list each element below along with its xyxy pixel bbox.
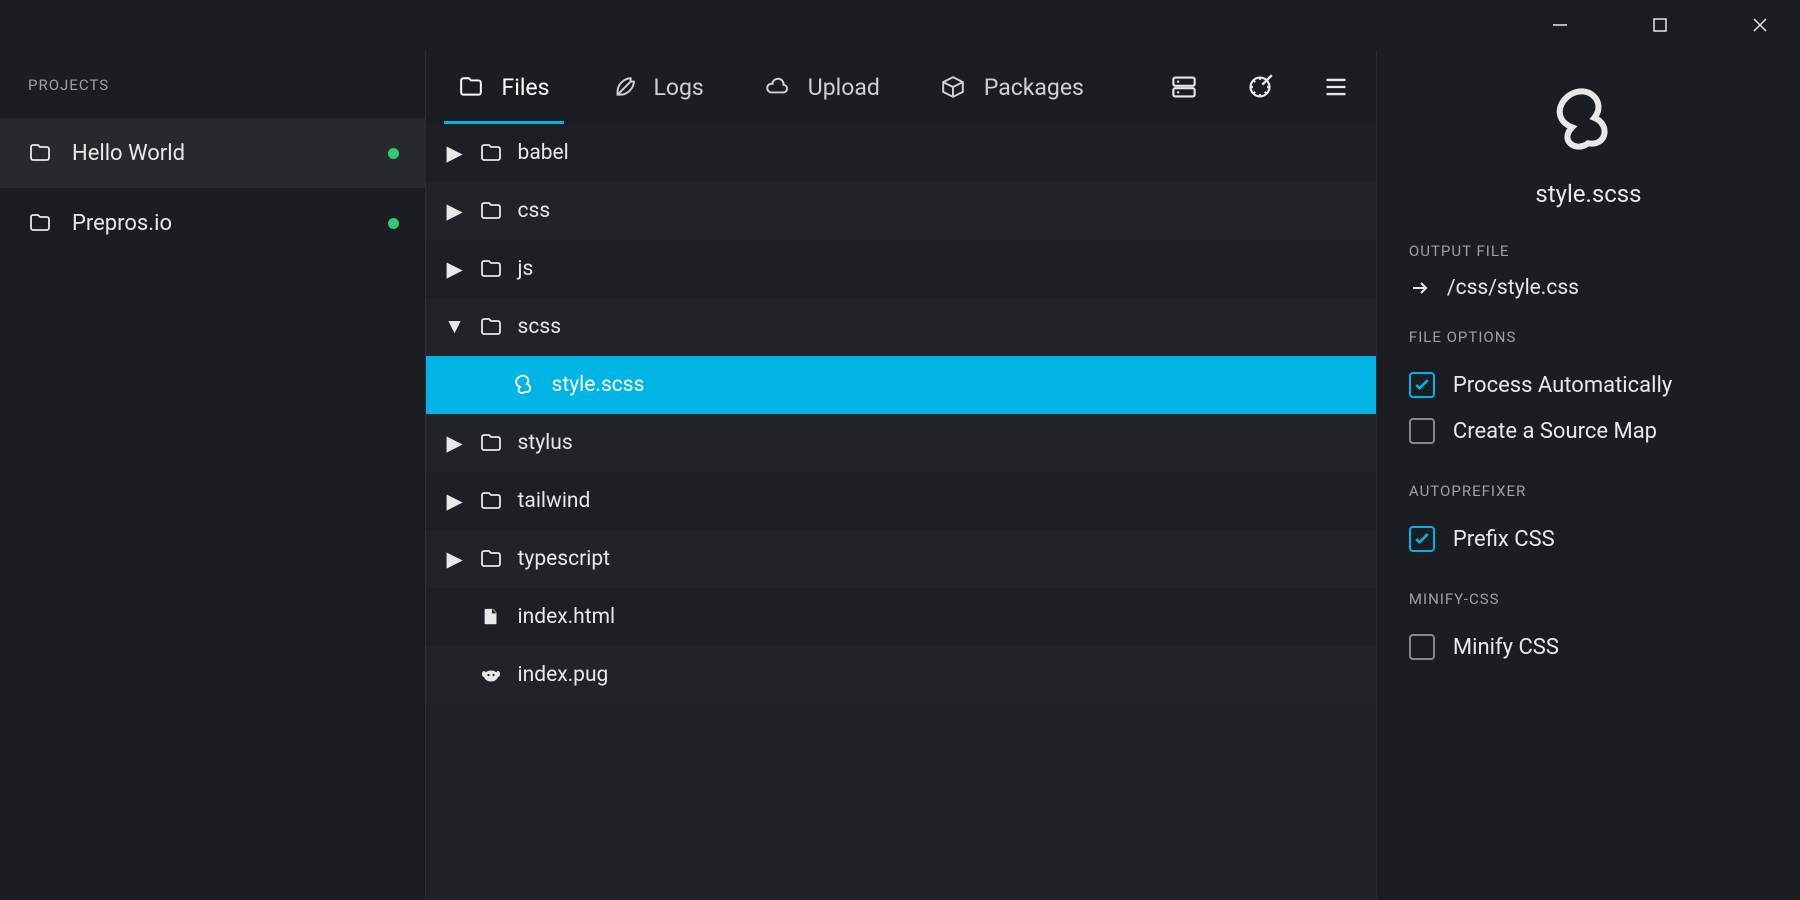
- wand-icon: [1246, 74, 1274, 100]
- project-item[interactable]: Hello World: [0, 118, 425, 188]
- minimize-icon: [1552, 17, 1568, 33]
- file-row-folder[interactable]: ▶ stylus: [426, 414, 1376, 472]
- file-icon: [481, 607, 501, 627]
- folder-icon: [480, 490, 502, 512]
- window-minimize-button[interactable]: [1540, 5, 1580, 45]
- section-file-options: FILE OPTIONS: [1409, 328, 1768, 346]
- checkbox-checked-icon: [1409, 526, 1435, 552]
- tab-label: Upload: [808, 74, 880, 101]
- folder-icon: [28, 212, 52, 234]
- output-path-row[interactable]: /css/style.css: [1409, 276, 1768, 300]
- file-row-folder[interactable]: ▶ css: [426, 182, 1376, 240]
- project-item[interactable]: Prepros.io: [0, 188, 425, 258]
- file-type-icon: [1409, 86, 1768, 156]
- folder-icon: [480, 142, 502, 164]
- close-icon: [1752, 17, 1768, 33]
- tab-packages[interactable]: Packages: [926, 50, 1098, 124]
- menu-icon: [1322, 74, 1350, 100]
- tab-label: Packages: [984, 74, 1084, 101]
- file-row-sass[interactable]: style.scss: [426, 356, 1376, 414]
- file-name: style.scss: [552, 373, 645, 397]
- project-name: Hello World: [72, 141, 185, 166]
- chevron-right-icon: ▶: [446, 431, 464, 456]
- window-close-button[interactable]: [1740, 5, 1780, 45]
- file-row-folder[interactable]: ▶ tailwind: [426, 472, 1376, 530]
- arrow-right-icon: [1409, 277, 1431, 299]
- folder-icon: [480, 548, 502, 570]
- wand-button[interactable]: [1238, 65, 1282, 109]
- file-name: stylus: [518, 431, 573, 455]
- cloud-icon: [764, 75, 790, 99]
- file-name: css: [518, 199, 551, 223]
- folder-icon: [480, 316, 502, 338]
- tab-files[interactable]: Files: [444, 50, 564, 124]
- option-label: Minify CSS: [1453, 635, 1559, 660]
- project-name: Prepros.io: [72, 211, 172, 236]
- file-row-folder[interactable]: ▶ babel: [426, 124, 1376, 182]
- folder-icon: [28, 142, 52, 164]
- window-titlebar: [0, 0, 1800, 50]
- chevron-right-icon: ▶: [446, 199, 464, 224]
- option-minify-css[interactable]: Minify CSS: [1409, 624, 1768, 670]
- checkbox-unchecked-icon: [1409, 418, 1435, 444]
- server-button[interactable]: [1162, 65, 1206, 109]
- tab-label: Logs: [654, 74, 704, 101]
- option-label: Prefix CSS: [1453, 527, 1555, 552]
- projects-sidebar: PROJECTS Hello World Prepros.io: [0, 50, 426, 900]
- file-name: babel: [518, 141, 569, 165]
- output-path: /css/style.css: [1447, 276, 1579, 300]
- file-name: index.pug: [518, 663, 609, 687]
- file-name: typescript: [518, 547, 610, 571]
- tab-upload[interactable]: Upload: [750, 50, 894, 124]
- section-minify: MINIFY-CSS: [1409, 590, 1768, 608]
- file-row-folder[interactable]: ▶ js: [426, 240, 1376, 298]
- inspector-file-name: style.scss: [1409, 180, 1768, 208]
- option-prefix-css[interactable]: Prefix CSS: [1409, 516, 1768, 562]
- option-label: Create a Source Map: [1453, 419, 1657, 444]
- maximize-icon: [1653, 18, 1667, 32]
- chevron-down-icon: ▼: [446, 315, 464, 339]
- chevron-right-icon: ▶: [446, 257, 464, 282]
- folder-icon: [480, 432, 502, 454]
- window-maximize-button[interactable]: [1640, 5, 1680, 45]
- option-process-automatically[interactable]: Process Automatically: [1409, 362, 1768, 408]
- chevron-right-icon: ▶: [446, 141, 464, 166]
- section-autoprefixer: AUTOPREFIXER: [1409, 482, 1768, 500]
- file-name: js: [518, 257, 534, 281]
- server-icon: [1170, 74, 1198, 100]
- sass-icon: [514, 374, 536, 396]
- file-name: scss: [518, 315, 562, 339]
- tab-label: Files: [502, 74, 550, 101]
- package-icon: [940, 75, 966, 99]
- inspector-panel: style.scss OUTPUT FILE /css/style.css FI…: [1376, 50, 1800, 900]
- sass-icon: [1553, 86, 1623, 156]
- checkbox-checked-icon: [1409, 372, 1435, 398]
- file-row-folder[interactable]: ▶ typescript: [426, 530, 1376, 588]
- section-output-file: OUTPUT FILE: [1409, 242, 1768, 260]
- status-dot-icon: [388, 148, 399, 159]
- option-label: Process Automatically: [1453, 373, 1672, 398]
- file-row-file[interactable]: index.html: [426, 588, 1376, 646]
- feather-icon: [610, 75, 636, 99]
- folder-icon: [480, 200, 502, 222]
- option-source-map[interactable]: Create a Source Map: [1409, 408, 1768, 454]
- folder-icon: [480, 258, 502, 280]
- chevron-right-icon: ▶: [446, 547, 464, 572]
- menu-button[interactable]: [1314, 65, 1358, 109]
- folder-icon: [458, 75, 484, 99]
- main-panel: Files Logs Upload Packages: [426, 50, 1376, 900]
- file-name: index.html: [518, 605, 616, 629]
- file-row-pug[interactable]: index.pug: [426, 646, 1376, 704]
- file-list: ▶ babel ▶ css ▶ js ▼ scss: [426, 124, 1376, 900]
- pug-icon: [480, 664, 502, 686]
- projects-header: PROJECTS: [0, 50, 425, 118]
- status-dot-icon: [388, 218, 399, 229]
- tab-logs[interactable]: Logs: [596, 50, 718, 124]
- main-tabs: Files Logs Upload Packages: [426, 50, 1376, 124]
- file-row-folder[interactable]: ▼ scss: [426, 298, 1376, 356]
- checkbox-unchecked-icon: [1409, 634, 1435, 660]
- chevron-right-icon: ▶: [446, 489, 464, 514]
- file-name: tailwind: [518, 489, 591, 513]
